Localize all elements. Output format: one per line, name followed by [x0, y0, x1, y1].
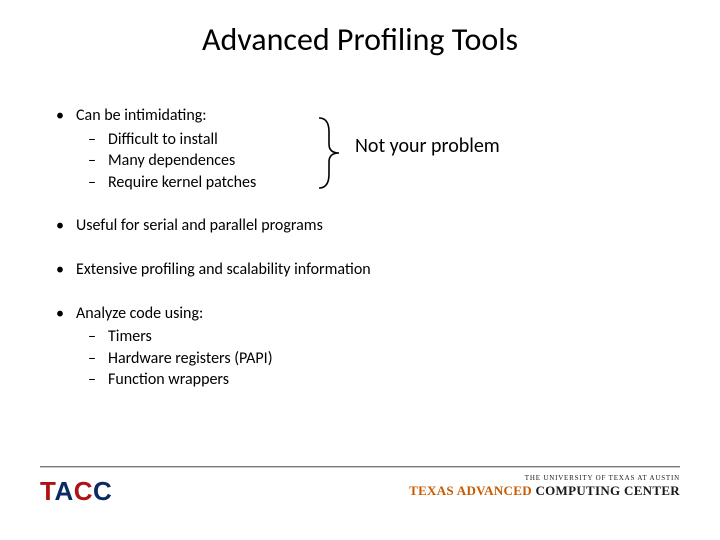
- logo-letter: C: [93, 476, 112, 506]
- bullet-item: Useful for serial and parallel programs: [48, 215, 668, 237]
- star-icon: ★: [78, 484, 88, 497]
- tacc-logo: TAC★C: [40, 476, 112, 507]
- sub-item: Timers: [76, 326, 668, 348]
- ut-logo: THE UNIVERSITY OF TEXAS AT AUSTIN TEXAS …: [409, 474, 680, 499]
- bullet-item: Analyze code using: Timers Hardware regi…: [48, 303, 668, 391]
- sub-item: Function wrappers: [76, 369, 668, 391]
- slide-title: Advanced Profiling Tools: [0, 20, 720, 59]
- brace-icon: [315, 116, 345, 190]
- ut-line1: THE UNIVERSITY OF TEXAS AT AUSTIN: [409, 474, 680, 482]
- logo-letter: A: [54, 476, 73, 506]
- ut-line2: TEXAS ADVANCED COMPUTING CENTER: [409, 483, 680, 499]
- logo-letter: C★: [74, 476, 93, 506]
- sub-item: Require kernel patches: [76, 172, 668, 194]
- footer-rule: [40, 466, 680, 467]
- footer: TAC★C THE UNIVERSITY OF TEXAS AT AUSTIN …: [40, 466, 680, 522]
- bullet-text: Analyze code using:: [76, 304, 203, 323]
- sub-item: Hardware registers (PAPI): [76, 348, 668, 370]
- bullet-text: Can be intimidating:: [76, 106, 207, 125]
- logo-letter: T: [40, 476, 54, 506]
- bullet-item: Extensive profiling and scalability info…: [48, 259, 668, 281]
- slide: Advanced Profiling Tools Can be intimida…: [0, 0, 720, 540]
- sub-list: Timers Hardware registers (PAPI) Functio…: [76, 326, 668, 391]
- ut-line2-accent: TEXAS ADVANCED: [409, 483, 535, 498]
- ut-line2-rest: COMPUTING CENTER: [535, 483, 680, 498]
- callout-text: Not your problem: [355, 134, 500, 158]
